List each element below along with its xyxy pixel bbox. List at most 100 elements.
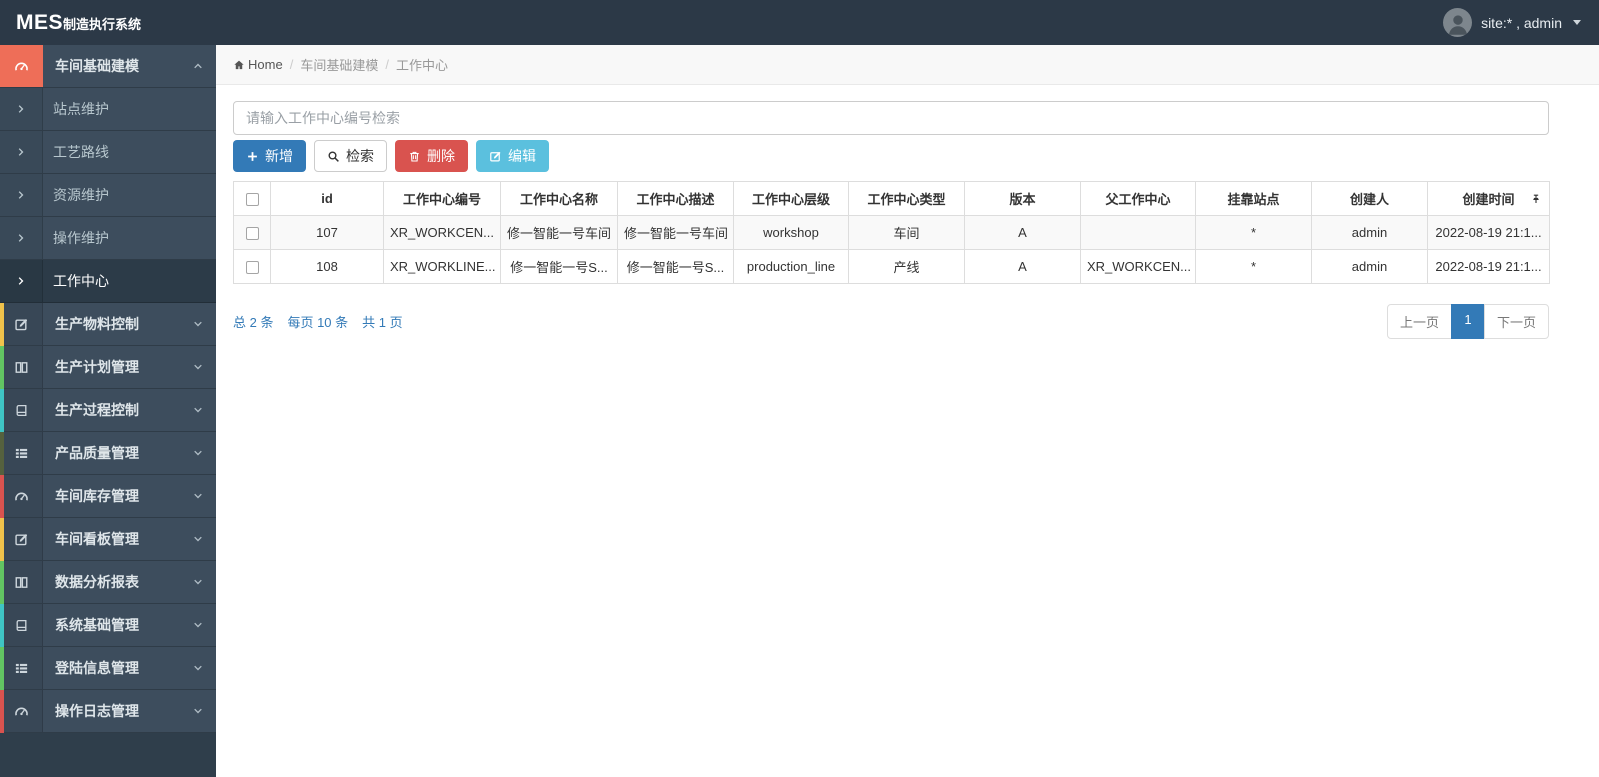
book-icon xyxy=(0,389,43,431)
sidebar-group-label: 车间看板管理 xyxy=(55,531,139,547)
sidebar-group-label: 数据分析报表 xyxy=(55,574,139,590)
pagination-per-page: 每页 10 条 xyxy=(287,315,349,330)
search-icon xyxy=(327,150,340,163)
cell-work-center-desc: 修一智能一号车间 xyxy=(617,215,734,250)
caret-down-icon xyxy=(1573,20,1581,25)
group-accent-strip xyxy=(0,432,4,475)
sidebar-group-label: 产品质量管理 xyxy=(55,445,139,461)
table-row[interactable]: 107 XR_WORKCEN... 修一智能一号车间 修一智能一号车间 work… xyxy=(233,215,1550,250)
top-navbar: MES 制造执行系统 site:* , admin xyxy=(0,0,1599,45)
row-checkbox[interactable] xyxy=(245,261,259,275)
table-row[interactable]: 108 XR_WORKLINE... 修一智能一号S... 修一智能一号S...… xyxy=(233,249,1550,284)
cell-id: 107 xyxy=(270,215,384,250)
search-input[interactable] xyxy=(233,101,1549,135)
breadcrumb-home[interactable]: Home xyxy=(233,57,283,72)
pagination-page-count: 共 1 页 xyxy=(362,315,403,330)
cell-create-time: 2022-08-19 21:1... xyxy=(1427,249,1550,284)
column-header: 工作中心层级 xyxy=(733,181,849,216)
chevron-down-icon xyxy=(192,361,204,373)
chevron-right-icon xyxy=(0,174,43,216)
gauge-icon xyxy=(0,475,43,517)
sidebar-item-resource-maintenance[interactable]: 资源维护 xyxy=(0,174,216,217)
edit-icon xyxy=(0,303,43,345)
cell-attached-station: * xyxy=(1195,215,1312,250)
chevron-right-icon xyxy=(0,88,43,130)
cell-parent-work-center xyxy=(1080,215,1196,250)
cell-version: A xyxy=(964,215,1081,250)
select-all-checkbox[interactable] xyxy=(245,193,259,207)
sidebar-group-production-material-control[interactable]: 生产物料控制 xyxy=(0,303,216,346)
sidebar-group-product-quality-management[interactable]: 产品质量管理 xyxy=(0,432,216,475)
chevron-down-icon xyxy=(192,619,204,631)
group-accent-strip xyxy=(0,346,4,389)
chevron-down-icon xyxy=(192,705,204,717)
select-all-cell xyxy=(233,181,271,216)
pin-icon[interactable] xyxy=(1530,193,1542,205)
sidebar-group-data-analysis-reports[interactable]: 数据分析报表 xyxy=(0,561,216,604)
cell-work-center-type: 车间 xyxy=(848,215,965,250)
sidebar-group-login-info-management[interactable]: 登陆信息管理 xyxy=(0,647,216,690)
content-area: Home / 车间基础建模 / 工作中心 新增 检索 删除 编辑 xyxy=(216,45,1599,777)
gauge-icon xyxy=(0,45,43,87)
cell-work-center-type: 产线 xyxy=(848,249,965,284)
prev-page-button[interactable]: 上一页 xyxy=(1386,304,1452,339)
app-logo-bold: MES xyxy=(16,10,64,34)
page-1-button[interactable]: 1 xyxy=(1450,304,1485,339)
sidebar-item-station-maintenance[interactable]: 站点维护 xyxy=(0,88,216,131)
cell-id: 108 xyxy=(270,249,384,284)
column-header: 工作中心描述 xyxy=(617,181,734,216)
sidebar-group-production-process-control[interactable]: 生产过程控制 xyxy=(0,389,216,432)
cell-attached-station: * xyxy=(1195,249,1312,284)
pagination-summary: 总 2 条 每页 10 条 共 1 页 xyxy=(233,312,403,331)
sidebar-group-label: 登陆信息管理 xyxy=(55,660,139,676)
cell-work-center-level: production_line xyxy=(733,249,849,284)
chevron-down-icon xyxy=(192,662,204,674)
edit-icon xyxy=(489,150,502,163)
next-page-button[interactable]: 下一页 xyxy=(1483,304,1549,339)
user-menu[interactable]: site:* , admin xyxy=(1443,8,1599,37)
column-header: 工作中心类型 xyxy=(848,181,965,216)
column-header: 创建人 xyxy=(1311,181,1428,216)
sidebar-group-workshop-inventory-management[interactable]: 车间库存管理 xyxy=(0,475,216,518)
delete-button[interactable]: 删除 xyxy=(395,140,468,172)
column-header: 版本 xyxy=(964,181,1081,216)
cell-work-center-code: XR_WORKLINE... xyxy=(383,249,501,284)
trash-icon xyxy=(408,150,421,163)
edit-button[interactable]: 编辑 xyxy=(476,140,549,172)
group-accent-strip xyxy=(0,389,4,432)
app-logo[interactable]: MES 制造执行系统 xyxy=(0,11,216,35)
sidebar-item-label: 资源维护 xyxy=(53,187,109,203)
sidebar-group-production-plan-management[interactable]: 生产计划管理 xyxy=(0,346,216,389)
chevron-down-icon xyxy=(192,490,204,502)
column-header: 父工作中心 xyxy=(1080,181,1196,216)
cell-creator: admin xyxy=(1311,215,1428,250)
sidebar-group-operation-log-management[interactable]: 操作日志管理 xyxy=(0,690,216,733)
pagination-total: 总 2 条 xyxy=(233,315,274,330)
sidebar-group-workshop-kanban-management[interactable]: 车间看板管理 xyxy=(0,518,216,561)
sidebar-item-operation-maintenance[interactable]: 操作维护 xyxy=(0,217,216,260)
chevron-right-icon xyxy=(0,131,43,173)
add-button[interactable]: 新增 xyxy=(233,140,306,172)
sidebar-item-work-center[interactable]: 工作中心 xyxy=(0,260,216,303)
cell-work-center-code: XR_WORKCEN... xyxy=(383,215,501,250)
column-header: id xyxy=(270,181,384,216)
search-button[interactable]: 检索 xyxy=(314,140,387,172)
table-header-row: id 工作中心编号 工作中心名称 工作中心描述 工作中心层级 工作中心类型 版本… xyxy=(233,181,1550,216)
sidebar-item-label: 工艺路线 xyxy=(53,144,109,160)
sidebar-item-label: 操作维护 xyxy=(53,230,109,246)
column-header: 工作中心编号 xyxy=(383,181,501,216)
sidebar-group-label: 生产计划管理 xyxy=(55,359,139,375)
sidebar-item-process-route[interactable]: 工艺路线 xyxy=(0,131,216,174)
sidebar-group-workshop-base-modeling[interactable]: 车间基础建模 xyxy=(0,45,216,88)
cell-work-center-name: 修一智能一号S... xyxy=(500,249,618,284)
column-header: 挂靠站点 xyxy=(1195,181,1312,216)
group-accent-strip xyxy=(0,303,4,346)
sidebar-group-system-base-management[interactable]: 系统基础管理 xyxy=(0,604,216,647)
row-checkbox[interactable] xyxy=(245,227,259,241)
breadcrumb-separator: / xyxy=(385,57,389,72)
edit-button-label: 编辑 xyxy=(508,148,536,164)
breadcrumb-item[interactable]: 车间基础建模 xyxy=(300,55,378,74)
columns-icon xyxy=(0,346,43,388)
cell-version: A xyxy=(964,249,1081,284)
edit-icon xyxy=(0,518,43,560)
